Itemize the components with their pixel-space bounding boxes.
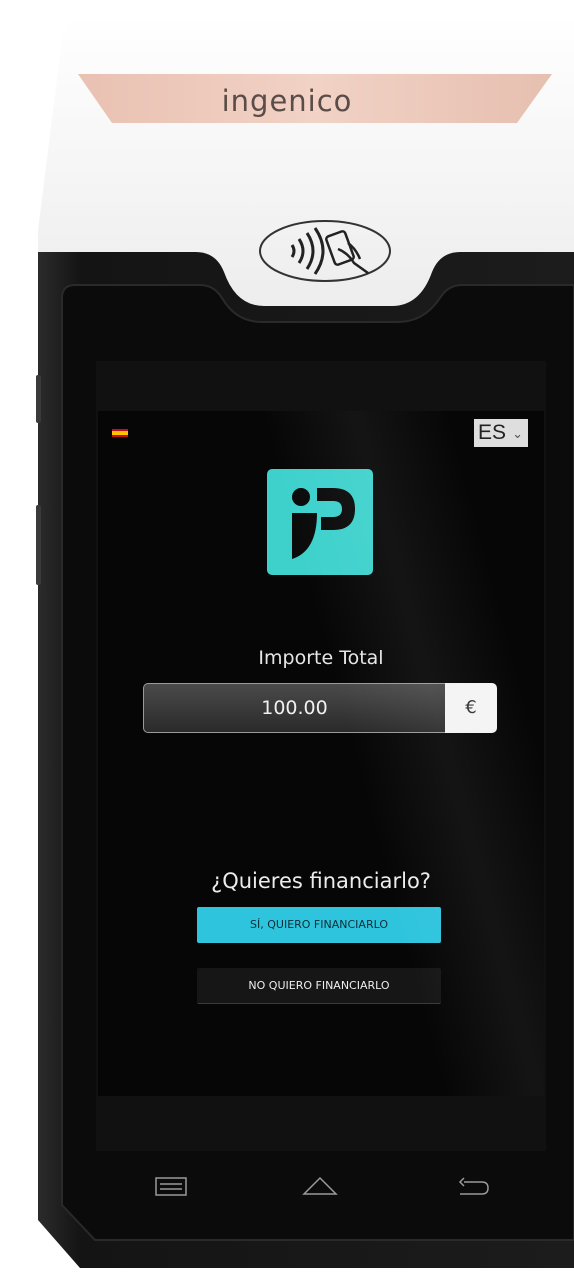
terminal-screen: ES ⌄ Importe Total 100.00 € ¿Quieres fin… <box>98 411 544 1096</box>
amount-input[interactable]: 100.00 <box>143 683 445 733</box>
language-select-value: ES <box>478 421 507 444</box>
chevron-down-icon: ⌄ <box>512 426 523 441</box>
payment-terminal: ingenico ES ⌄ Importe Total 100.00 € ¿Qu… <box>0 0 574 1273</box>
brand-logo: ingenico <box>221 84 353 118</box>
spain-flag-icon <box>112 429 128 437</box>
menu-icon[interactable] <box>152 1172 192 1202</box>
android-navbar <box>98 1150 544 1230</box>
finance-no-button[interactable]: NO QUIERO FINANCIARLO <box>197 968 441 1004</box>
app-logo-icon <box>267 469 373 575</box>
home-icon[interactable] <box>300 1172 340 1202</box>
language-select[interactable]: ES ⌄ <box>474 419 528 447</box>
contactless-icon <box>259 220 391 282</box>
back-icon[interactable] <box>452 1172 492 1202</box>
currency-badge: € <box>445 683 497 733</box>
total-amount-label: Importe Total <box>258 647 384 669</box>
finance-yes-button[interactable]: SÍ, QUIERO FINANCIARLO <box>197 907 441 943</box>
financing-question: ¿Quieres financiarlo? <box>211 869 431 893</box>
